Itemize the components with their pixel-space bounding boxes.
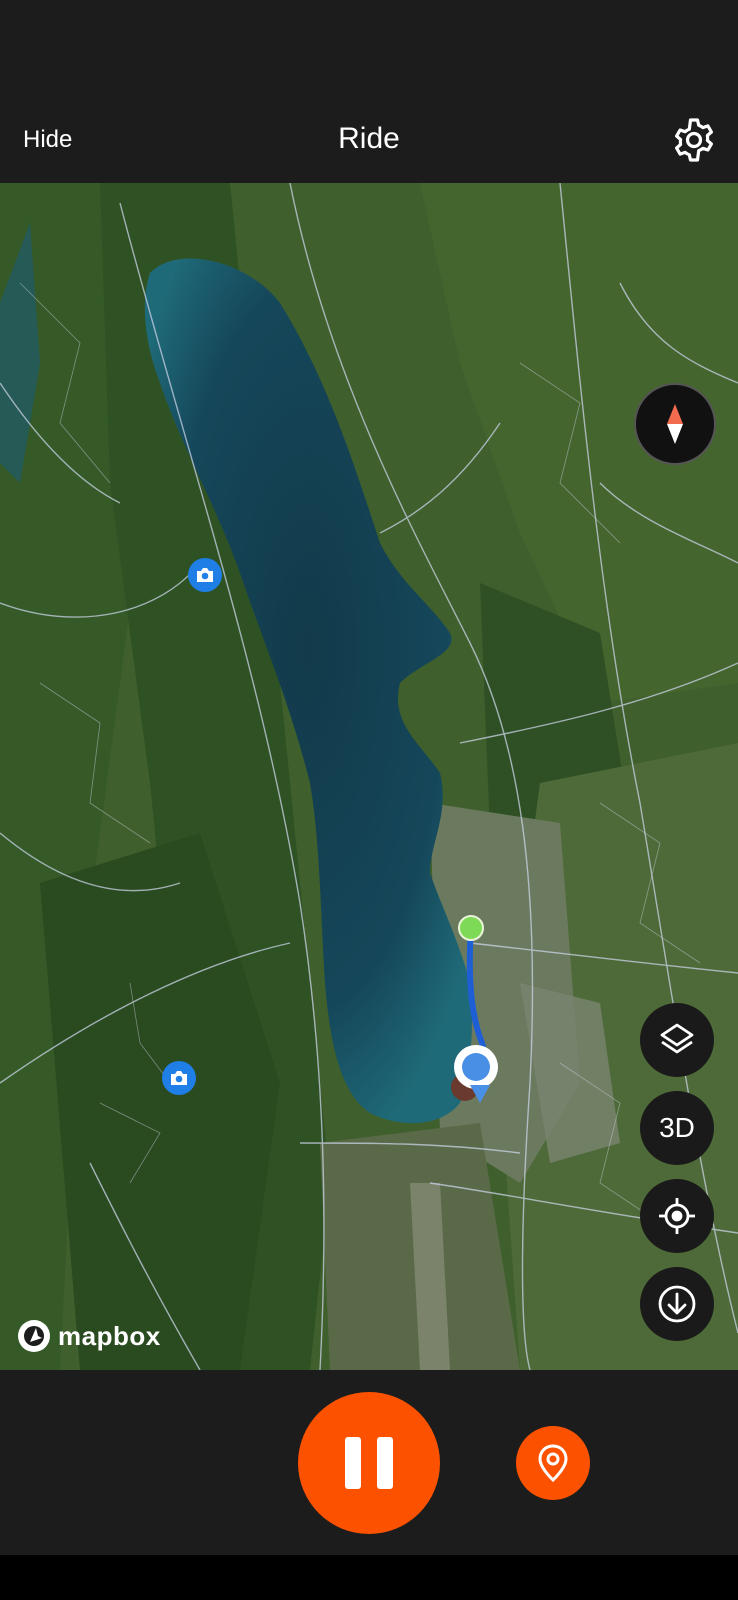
photo-pin[interactable] bbox=[188, 558, 222, 592]
crosshair-icon bbox=[659, 1198, 695, 1234]
map-view[interactable]: 3D mapbox bbox=[0, 183, 738, 1370]
photo-pin[interactable] bbox=[162, 1061, 196, 1095]
mapbox-attribution: mapbox bbox=[58, 1320, 161, 1351]
satellite-map bbox=[0, 183, 738, 1370]
layers-button[interactable] bbox=[640, 1003, 714, 1077]
camera-icon bbox=[171, 1071, 187, 1085]
compass-icon[interactable] bbox=[634, 383, 716, 465]
header: Hide Ride bbox=[0, 100, 738, 183]
layers-icon bbox=[660, 1023, 694, 1054]
pause-button[interactable] bbox=[298, 1392, 440, 1534]
route-start-marker bbox=[458, 915, 484, 941]
recording-controls bbox=[0, 1370, 738, 1555]
pause-icon bbox=[345, 1437, 361, 1489]
heading-arrow-icon bbox=[470, 1085, 490, 1103]
status-bar bbox=[0, 0, 738, 100]
page-title: Ride bbox=[338, 122, 400, 155]
map-pin-icon bbox=[538, 1444, 568, 1483]
add-location-button[interactable] bbox=[516, 1426, 590, 1500]
3d-label: 3D bbox=[659, 1112, 695, 1143]
recenter-button[interactable] bbox=[640, 1179, 714, 1253]
gear-icon[interactable] bbox=[670, 116, 718, 164]
mapbox-icon bbox=[18, 1320, 50, 1352]
camera-icon bbox=[197, 568, 213, 582]
download-map-button[interactable] bbox=[640, 1267, 714, 1341]
download-icon bbox=[658, 1285, 696, 1323]
mapbox-logo: mapbox bbox=[16, 1318, 161, 1354]
3d-toggle-button[interactable]: 3D bbox=[640, 1091, 714, 1165]
system-nav-bar bbox=[0, 1555, 738, 1600]
